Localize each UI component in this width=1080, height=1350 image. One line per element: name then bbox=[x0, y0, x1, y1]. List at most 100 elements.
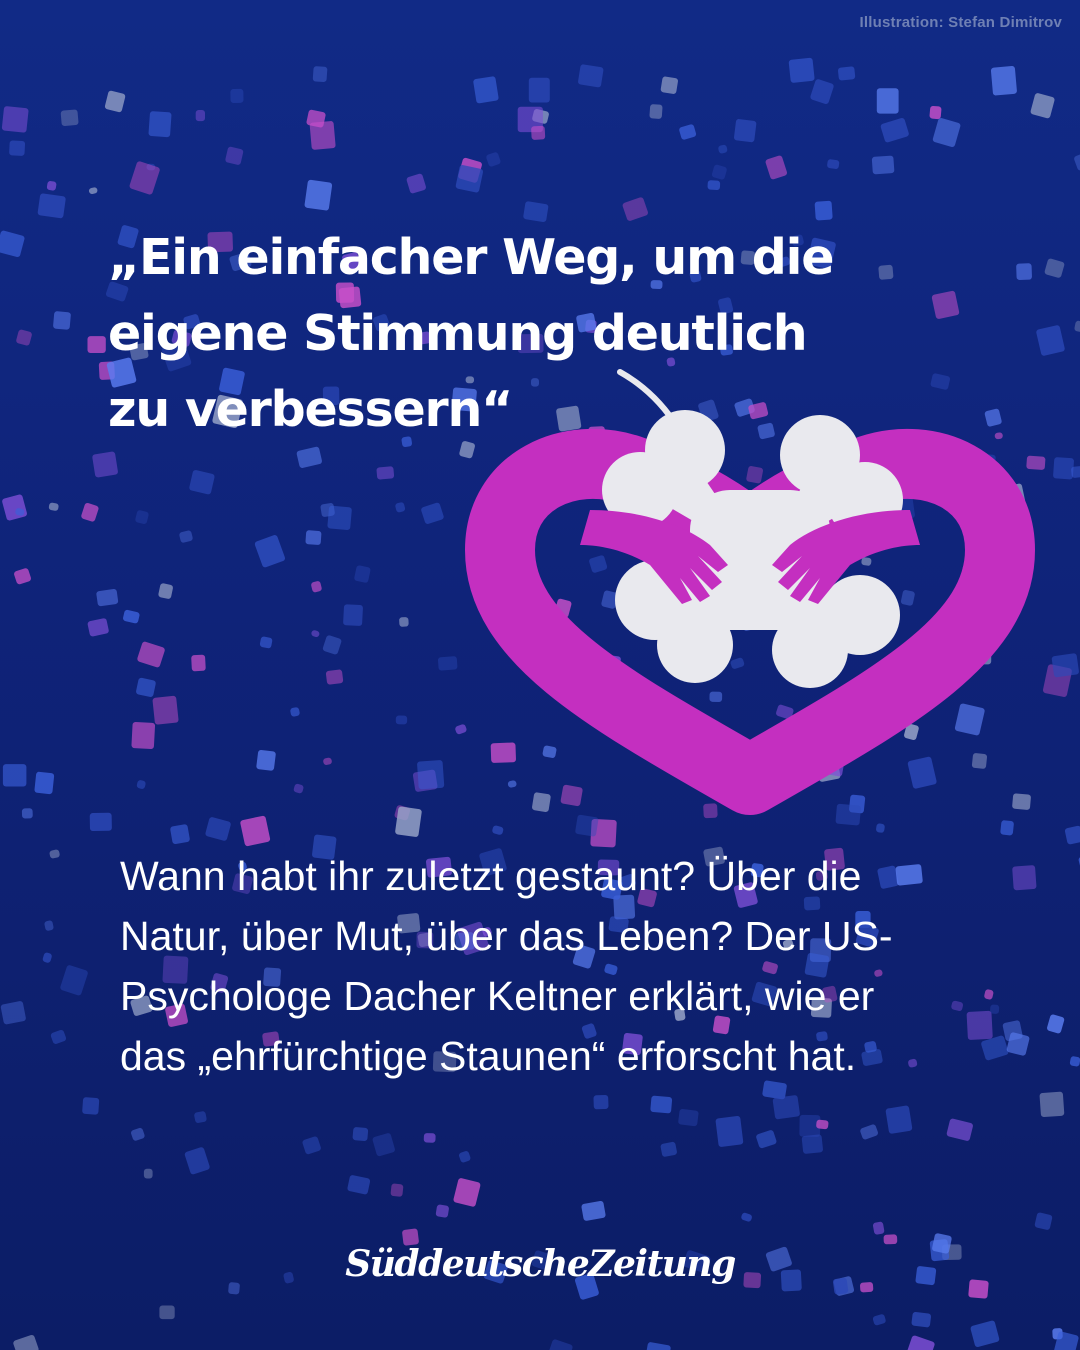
confetti-speck bbox=[660, 76, 678, 94]
confetti-speck bbox=[1, 106, 29, 133]
confetti-speck bbox=[240, 815, 271, 847]
confetti-speck bbox=[60, 965, 88, 996]
confetti-speck bbox=[92, 451, 118, 478]
confetti-speck bbox=[44, 920, 54, 931]
confetti-speck bbox=[1016, 263, 1032, 280]
confetti-speck bbox=[322, 635, 342, 655]
confetti-speck bbox=[296, 446, 322, 468]
confetti-speck bbox=[1074, 152, 1080, 171]
confetti-speck bbox=[148, 111, 172, 138]
confetti-speck bbox=[42, 952, 52, 963]
confetti-speck bbox=[1039, 1091, 1065, 1118]
confetti-speck bbox=[421, 502, 444, 524]
confetti-speck bbox=[376, 466, 395, 480]
confetti-speck bbox=[1034, 1212, 1053, 1230]
confetti-speck bbox=[129, 161, 160, 195]
confetti-speck bbox=[89, 812, 112, 832]
confetti-speck bbox=[290, 707, 300, 717]
confetti-speck bbox=[390, 1183, 404, 1197]
confetti-speck bbox=[323, 757, 332, 765]
teaser-text: Wann habt ihr zuletzt gestaunt? Über die… bbox=[120, 846, 1000, 1086]
confetti-speck bbox=[21, 808, 33, 819]
confetti-speck bbox=[2, 764, 27, 787]
confetti-speck bbox=[311, 630, 320, 638]
teaser-line: Wann habt ihr zuletzt gestaunt? Über die bbox=[120, 853, 862, 899]
headline-line: „Ein einfacher Weg, um die bbox=[108, 229, 834, 286]
confetti-speck bbox=[191, 654, 206, 672]
confetti-speck bbox=[788, 57, 815, 83]
confetti-speck bbox=[531, 125, 546, 140]
confetti-speck bbox=[311, 581, 322, 593]
confetti-speck bbox=[453, 1178, 481, 1207]
confetti-speck bbox=[1069, 1056, 1080, 1067]
confetti-speck bbox=[184, 1147, 210, 1175]
confetti-speck bbox=[2, 494, 27, 521]
confetti-speck bbox=[87, 618, 109, 637]
confetti-speck bbox=[772, 1095, 800, 1120]
confetti-speck bbox=[876, 88, 899, 114]
confetti-speck bbox=[53, 311, 71, 330]
confetti-speck bbox=[152, 695, 179, 725]
confetti-speck bbox=[932, 118, 961, 147]
confetti-speck bbox=[195, 110, 205, 122]
confetti-speck bbox=[136, 780, 146, 789]
confetti-speck bbox=[135, 510, 149, 524]
confetti-speck bbox=[816, 1119, 829, 1130]
confetti-speck bbox=[756, 1130, 777, 1149]
confetti-speck bbox=[622, 197, 648, 221]
confetti-speck bbox=[711, 164, 727, 180]
confetti-speck bbox=[435, 1204, 449, 1218]
confetti-speck bbox=[827, 159, 840, 169]
confetti-speck bbox=[718, 144, 728, 154]
confetti-speck bbox=[872, 1221, 885, 1235]
confetti-speck bbox=[225, 146, 244, 165]
teaser-line: Natur, über Mut, über das Leben? Der US- bbox=[120, 913, 893, 959]
confetti-speck bbox=[302, 1136, 321, 1155]
confetti-speck bbox=[1012, 865, 1037, 891]
confetti-speck bbox=[459, 1151, 471, 1163]
confetti-speck bbox=[123, 609, 140, 624]
confetti-speck bbox=[158, 583, 173, 599]
confetti-speck bbox=[801, 1134, 823, 1154]
confetti-speck bbox=[88, 187, 98, 195]
confetti-speck bbox=[0, 1001, 26, 1025]
confetti-speck bbox=[352, 1127, 369, 1141]
confetti-speck bbox=[417, 760, 445, 790]
confetti-speck bbox=[395, 502, 406, 513]
confetti-speck bbox=[860, 1124, 879, 1140]
confetti-speck bbox=[37, 193, 66, 219]
confetti-speck bbox=[650, 1095, 673, 1114]
confetti-speck bbox=[9, 140, 26, 156]
confetti-speck bbox=[14, 568, 31, 585]
teaser-line: Psychologe Dacher Keltner erklärt, wie e… bbox=[120, 973, 875, 1019]
confetti-speck bbox=[678, 1108, 699, 1127]
confetti-speck bbox=[395, 806, 422, 837]
confetti-speck bbox=[970, 1320, 1000, 1347]
confetti-speck bbox=[49, 849, 60, 859]
confetti-speck bbox=[486, 152, 501, 167]
confetti-speck bbox=[649, 104, 663, 119]
confetti-speck bbox=[136, 677, 156, 697]
confetti-speck bbox=[96, 589, 119, 607]
brand-logo: SüddeutscheZeitung bbox=[345, 1243, 736, 1285]
confetti-speck bbox=[87, 336, 106, 353]
confetti-speck bbox=[438, 656, 458, 671]
confetti-speck bbox=[309, 121, 336, 150]
confetti-speck bbox=[741, 1212, 752, 1222]
confetti-speck bbox=[707, 180, 721, 190]
confetti-speck bbox=[1047, 1014, 1065, 1034]
confetti-speck bbox=[645, 1342, 671, 1350]
confetti-speck bbox=[872, 1314, 886, 1326]
confetti-speck bbox=[1053, 457, 1074, 480]
confetti-speck bbox=[60, 109, 79, 126]
confetti-speck bbox=[814, 200, 833, 221]
confetti-speck bbox=[205, 817, 231, 841]
confetti-speck bbox=[660, 1141, 677, 1157]
confetti-speck bbox=[880, 118, 909, 143]
confetti-speck bbox=[1064, 825, 1080, 845]
confetti-speck bbox=[885, 1105, 913, 1134]
confetti-speck bbox=[1051, 653, 1079, 678]
confetti-speck bbox=[548, 1339, 573, 1350]
confetti-speck bbox=[734, 119, 757, 143]
confetti-speck bbox=[256, 749, 276, 771]
